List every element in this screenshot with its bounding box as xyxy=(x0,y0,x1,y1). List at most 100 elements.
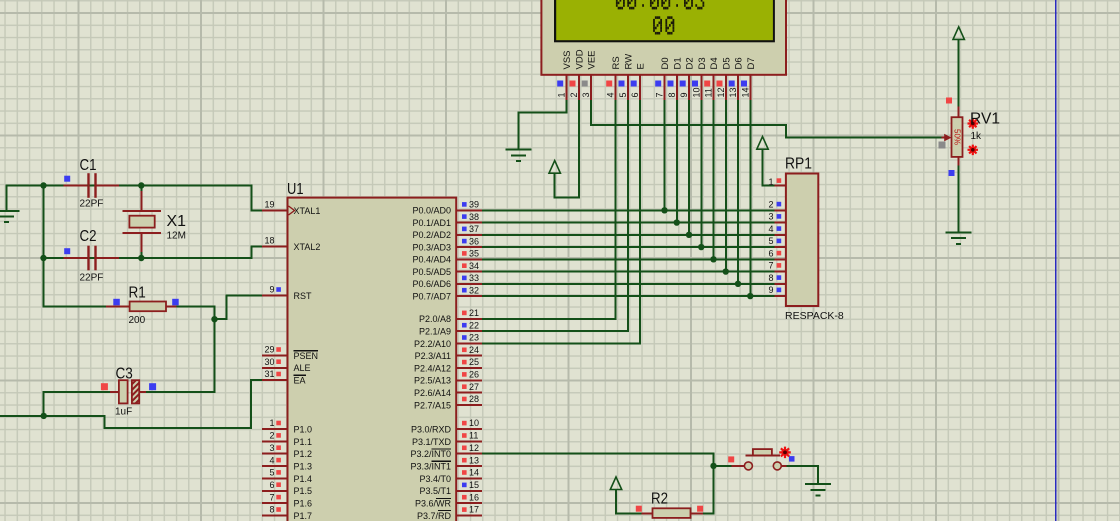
svg-text:9: 9 xyxy=(768,285,773,295)
svg-text:PSEN: PSEN xyxy=(294,351,319,361)
svg-text:3: 3 xyxy=(581,92,591,97)
svg-text:39: 39 xyxy=(469,200,479,210)
svg-text:P2.4/A12: P2.4/A12 xyxy=(414,363,451,373)
svg-text:RV1: RV1 xyxy=(970,111,1000,128)
svg-text:P3.4/T0: P3.4/T0 xyxy=(419,474,451,484)
svg-text:22: 22 xyxy=(469,320,479,330)
svg-text:P2.6/A14: P2.6/A14 xyxy=(414,388,451,398)
svg-text:R2: R2 xyxy=(651,491,668,508)
svg-text:3: 3 xyxy=(269,443,274,453)
svg-text:1: 1 xyxy=(269,418,274,428)
svg-text:31: 31 xyxy=(264,369,274,379)
svg-text:P1.0: P1.0 xyxy=(294,424,313,434)
svg-text:RST: RST xyxy=(294,291,313,301)
svg-text:P2.3/A11: P2.3/A11 xyxy=(415,351,451,361)
svg-text:P2.1/A9: P2.1/A9 xyxy=(419,327,451,337)
svg-text:1: 1 xyxy=(768,177,773,187)
svg-text:RS: RS xyxy=(611,56,622,69)
svg-text:10: 10 xyxy=(691,87,701,97)
svg-text:21: 21 xyxy=(469,308,479,318)
svg-text:VSS: VSS xyxy=(562,50,573,69)
svg-text:P3.7/RD: P3.7/RD xyxy=(417,511,452,521)
svg-text:EA: EA xyxy=(294,375,306,385)
svg-text:D0: D0 xyxy=(660,57,671,69)
svg-text:D7: D7 xyxy=(746,57,757,69)
svg-text:14: 14 xyxy=(469,468,479,478)
svg-text:P0.4/AD4: P0.4/AD4 xyxy=(412,255,451,265)
svg-text:P2.5/A13: P2.5/A13 xyxy=(414,376,451,386)
svg-text:18: 18 xyxy=(264,236,274,246)
svg-text:P3.5/T1: P3.5/T1 xyxy=(419,486,451,496)
svg-text:13: 13 xyxy=(728,87,738,97)
svg-text:5: 5 xyxy=(768,236,773,246)
svg-text:P0.7/AD7: P0.7/AD7 xyxy=(412,291,451,301)
svg-text:XTAL2: XTAL2 xyxy=(294,242,321,252)
svg-text:10: 10 xyxy=(469,418,479,428)
svg-text:17: 17 xyxy=(469,505,479,515)
svg-text:7: 7 xyxy=(768,261,773,271)
svg-text:D5: D5 xyxy=(721,57,732,69)
svg-text:P0.1/AD1: P0.1/AD1 xyxy=(412,218,451,228)
svg-text:9: 9 xyxy=(269,285,274,295)
svg-text:6: 6 xyxy=(269,480,274,490)
svg-text:D6: D6 xyxy=(734,57,745,69)
svg-text:6: 6 xyxy=(768,248,773,258)
svg-text:P1.4: P1.4 xyxy=(294,474,313,484)
svg-text:P3.0/RXD: P3.0/RXD xyxy=(411,424,452,434)
svg-text:34: 34 xyxy=(469,261,479,271)
svg-text:50%: 50% xyxy=(952,129,961,145)
svg-text:P0.3/AD3: P0.3/AD3 xyxy=(412,242,451,252)
svg-text:U1: U1 xyxy=(287,181,304,198)
svg-text:13: 13 xyxy=(469,455,479,465)
svg-text:33: 33 xyxy=(469,273,479,283)
svg-text:12: 12 xyxy=(716,87,726,97)
svg-text:P1.3: P1.3 xyxy=(294,461,313,471)
svg-text:XTAL1: XTAL1 xyxy=(294,206,321,216)
svg-text:22PF: 22PF xyxy=(80,273,104,284)
svg-text:32: 32 xyxy=(469,285,479,295)
svg-text:4: 4 xyxy=(606,92,616,97)
svg-text:4: 4 xyxy=(768,224,773,234)
svg-text:37: 37 xyxy=(469,224,479,234)
svg-text:1uF: 1uF xyxy=(115,407,132,418)
svg-text:11: 11 xyxy=(469,431,478,441)
svg-text:C2: C2 xyxy=(80,228,97,245)
svg-text:200: 200 xyxy=(129,315,146,326)
svg-text:1k: 1k xyxy=(971,131,983,142)
svg-text:30: 30 xyxy=(264,357,274,367)
svg-text:7: 7 xyxy=(655,92,665,97)
svg-text:25: 25 xyxy=(469,357,479,367)
svg-text:D2: D2 xyxy=(685,57,696,69)
svg-text:8: 8 xyxy=(768,273,773,283)
svg-text:12M: 12M xyxy=(167,231,186,242)
svg-text:P3.1/TXD: P3.1/TXD xyxy=(412,437,452,447)
svg-text:VEE: VEE xyxy=(587,50,598,69)
svg-text:P1.6: P1.6 xyxy=(294,499,313,509)
svg-text:E: E xyxy=(636,63,647,69)
svg-text:28: 28 xyxy=(469,394,479,404)
svg-text:VDD: VDD xyxy=(574,49,585,69)
svg-text:1: 1 xyxy=(557,92,567,97)
svg-text:C1: C1 xyxy=(80,157,97,174)
svg-text:RP1: RP1 xyxy=(785,156,812,173)
svg-text:26: 26 xyxy=(469,370,479,380)
svg-text:16: 16 xyxy=(469,492,479,502)
svg-text:P1.2: P1.2 xyxy=(294,449,313,459)
svg-text:8: 8 xyxy=(667,92,677,97)
svg-text:D1: D1 xyxy=(672,57,683,69)
svg-text:P3.6/WR: P3.6/WR xyxy=(415,499,452,509)
svg-text:8: 8 xyxy=(269,505,274,515)
svg-text:2: 2 xyxy=(269,431,274,441)
svg-text:6: 6 xyxy=(630,92,640,97)
svg-text:4: 4 xyxy=(269,455,274,465)
svg-text:15: 15 xyxy=(469,480,479,490)
svg-text:7: 7 xyxy=(269,492,274,502)
svg-text:P2.0/A8: P2.0/A8 xyxy=(419,314,451,324)
svg-text:D3: D3 xyxy=(697,57,708,69)
svg-text:23: 23 xyxy=(469,333,479,343)
svg-text:P1.7: P1.7 xyxy=(294,511,313,521)
svg-text:14: 14 xyxy=(740,87,750,97)
svg-text:D4: D4 xyxy=(709,57,720,69)
svg-text:P1.5: P1.5 xyxy=(294,486,313,496)
svg-text:27: 27 xyxy=(469,382,479,392)
